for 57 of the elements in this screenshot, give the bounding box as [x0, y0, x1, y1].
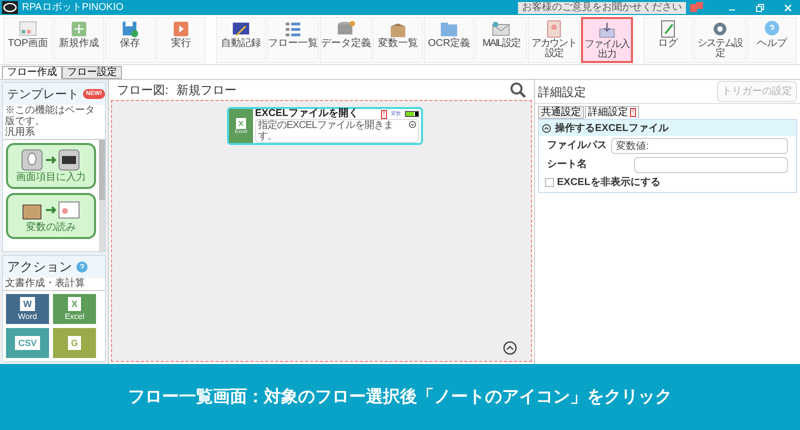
- play-icon: [171, 19, 192, 39]
- field-label: ファイルパス: [547, 139, 607, 153]
- tab[interactable]: フロー作成: [2, 66, 62, 79]
- text-field[interactable]: [634, 156, 788, 172]
- checkbox-label: EXCELを非表示にする: [557, 176, 660, 190]
- caption-text: フロー一覧画面：対象のフロー選択後「ノートのアイコン」をクリック: [128, 386, 672, 408]
- help-icon[interactable]: [76, 260, 88, 273]
- toolbar-button[interactable]: 自動記録: [216, 17, 266, 63]
- checkbox[interactable]: [545, 178, 554, 186]
- restore-icon[interactable]: [756, 4, 764, 12]
- toolbar-button[interactable]: ヘルプ: [746, 17, 797, 63]
- floppy-disk-icon: [120, 19, 140, 39]
- panel-title: アクション: [7, 258, 72, 276]
- toolbar-button[interactable]: データ定義: [320, 17, 372, 63]
- field-label: シート名: [547, 158, 587, 172]
- collapse-icon[interactable]: [542, 124, 551, 132]
- toolbar-button[interactable]: フロー一覧: [267, 17, 319, 63]
- toolbar-button[interactable]: 変数一覧: [373, 17, 424, 63]
- mouse-to-keyboard-icon: [21, 149, 81, 171]
- toolbar-button[interactable]: ファイル入出力: [581, 17, 634, 63]
- category-label: 文書作成・表計算: [3, 278, 105, 290]
- envelope-icon: [491, 19, 512, 39]
- settings-tab[interactable]: 共通設定: [538, 106, 584, 119]
- close-icon[interactable]: [784, 4, 792, 12]
- toolbar-button[interactable]: OCR定義: [424, 17, 474, 63]
- tab[interactable]: フロー設定: [62, 66, 122, 79]
- window-title: RPAロボットPINOKIO: [22, 2, 124, 12]
- category-label: 汎用系: [3, 127, 105, 140]
- download-tray-icon: [597, 20, 618, 40]
- template-card[interactable]: 変数の読み: [6, 193, 96, 239]
- flow-name: 新規フロー: [176, 82, 236, 99]
- beta-note: ※この機能はベータ版です。: [4, 105, 96, 127]
- toolbar-button[interactable]: 保存: [105, 17, 156, 63]
- expand-icon[interactable]: [409, 121, 416, 128]
- search-icon[interactable]: [510, 82, 526, 98]
- node-title: EXCELファイルを開く: [255, 109, 358, 119]
- flow-title: フロー図:: [117, 82, 168, 99]
- monitor-icon: [18, 19, 38, 39]
- toolbar-button[interactable]: アカウント設定: [528, 17, 580, 63]
- panel-title: 詳細設定: [538, 84, 586, 100]
- action-tile[interactable]: W Word: [6, 294, 49, 324]
- toolbar-button[interactable]: システム設定: [694, 17, 746, 63]
- panel-title: テンプレート: [7, 86, 79, 103]
- collapse-icon[interactable]: [503, 341, 517, 355]
- node-description: 指定のEXCELファイルを開きます。: [258, 120, 394, 142]
- battery-icon: [405, 111, 419, 117]
- text-field[interactable]: 変数値:: [611, 138, 788, 154]
- feedback-link[interactable]: お客様のご意見をお聞かせください: [518, 2, 686, 14]
- plus-icon: [69, 19, 90, 39]
- toolbar-button[interactable]: 実行: [156, 17, 206, 63]
- toolbar-button[interactable]: TOP画面: [3, 17, 54, 63]
- scrollbar[interactable]: [99, 140, 105, 251]
- template-card[interactable]: 画面項目に入力: [6, 143, 96, 189]
- toolbar-button[interactable]: 新規作成: [54, 17, 104, 63]
- section-title: 操作するEXCELファイル: [555, 122, 668, 136]
- toolbar-button[interactable]: MAIL設定: [475, 17, 528, 63]
- toolbar-button[interactable]: ログ: [642, 17, 693, 63]
